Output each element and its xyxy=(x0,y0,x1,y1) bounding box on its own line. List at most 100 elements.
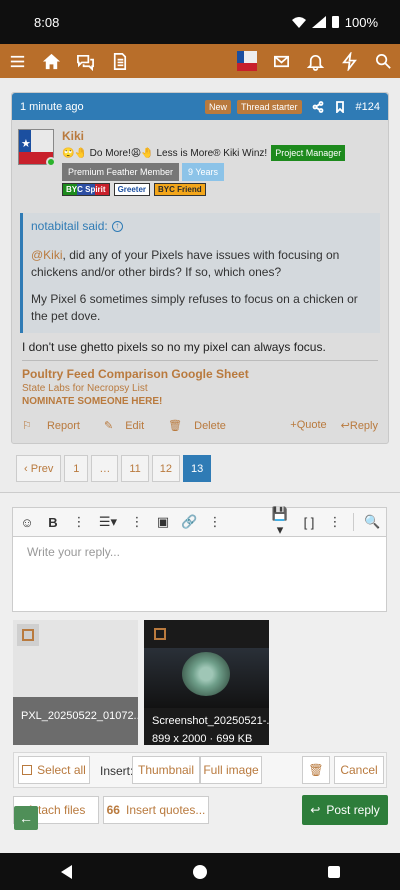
role-banner: Project Manager xyxy=(271,145,346,161)
post-actions: ⚐ Report ✎ Edit 🗑 Delete +Quote ↩Reply xyxy=(22,419,378,432)
quote-line-2: My Pixel 6 sometimes simply refuses to f… xyxy=(31,292,358,323)
attachment-item[interactable]: PXL_20250522_01072... xyxy=(13,620,138,745)
menu-icon[interactable] xyxy=(0,44,34,78)
byc-spirit-banner: BYC Spirit xyxy=(62,183,110,196)
articles-icon[interactable] xyxy=(102,44,136,78)
recents-icon[interactable] xyxy=(327,865,340,878)
forums-icon[interactable] xyxy=(68,44,102,78)
edit-icon: ✎ xyxy=(103,420,114,432)
signature-link-3[interactable]: NOMINATE SOMEONE HERE! xyxy=(22,396,249,407)
page-11[interactable]: 11 xyxy=(121,455,149,482)
inbox-icon[interactable] xyxy=(264,44,298,78)
whats-new-icon[interactable] xyxy=(332,44,366,78)
reply-editor[interactable]: Write your reply... xyxy=(12,537,387,612)
battery-level: 100% xyxy=(344,14,378,30)
bookmark-icon[interactable] xyxy=(334,100,346,113)
page-1[interactable]: 1 xyxy=(64,455,89,482)
username[interactable]: Kiki xyxy=(62,129,84,143)
home-button-icon[interactable] xyxy=(192,864,207,879)
attachment-checkbox-wrap xyxy=(17,624,39,646)
drafts-icon[interactable]: 💾▾ xyxy=(269,506,291,538)
editor-placeholder: Write your reply... xyxy=(27,545,120,559)
signature-divider xyxy=(22,360,378,361)
system-nav-bar xyxy=(0,853,400,890)
delete-button[interactable]: 🗑 Delete xyxy=(168,419,238,432)
post-number[interactable]: #124 xyxy=(356,101,380,113)
attachment-thumbnail xyxy=(144,648,269,708)
expand-quote-icon[interactable]: ↑ xyxy=(111,220,123,232)
signature: Poultry Feed Comparison Google Sheet Sta… xyxy=(22,367,249,407)
edit-button[interactable]: ✎ Edit xyxy=(104,419,156,432)
reply-button[interactable]: ↩Reply xyxy=(341,419,378,432)
insert-thumbnail-button[interactable]: Thumbnail xyxy=(132,756,200,784)
battery-icon xyxy=(331,16,339,28)
insert-full-image-button[interactable]: Full image xyxy=(200,756,262,784)
post-reply-button[interactable]: ↩ Post reply xyxy=(302,795,388,825)
post-time[interactable]: 1 minute ago xyxy=(20,101,199,113)
back-icon[interactable] xyxy=(60,864,72,879)
cell-signal-icon xyxy=(311,16,326,28)
trash-icon: 🗑 xyxy=(308,763,324,777)
bell-icon[interactable] xyxy=(298,44,332,78)
link-icon[interactable]: 🔗 xyxy=(181,514,197,530)
user-avatar-icon[interactable] xyxy=(230,44,264,78)
signature-link-1[interactable]: Poultry Feed Comparison Google Sheet xyxy=(22,367,249,381)
preview-icon[interactable]: 🔍 xyxy=(364,514,380,530)
user-banners: Premium Feather Member 9 Years xyxy=(62,163,225,181)
quote-author[interactable]: notabitail said: xyxy=(31,219,108,233)
more-paragraph-options-icon[interactable]: ⋮ xyxy=(129,514,145,530)
quote-header[interactable]: notabitail said: ↑ xyxy=(31,219,372,233)
premium-banner: Premium Feather Member xyxy=(62,163,180,181)
quote-line-1: @Kiki, did any of your Pixels have issue… xyxy=(31,248,340,279)
checkbox-icon xyxy=(22,765,33,775)
share-icon[interactable] xyxy=(312,100,324,113)
insert-quotes-button[interactable]: 66 Insert quotes... xyxy=(103,796,209,824)
trash-icon: 🗑 xyxy=(168,420,183,432)
attachment-filename: PXL_20250522_01072... xyxy=(13,697,138,745)
more-text-options-icon[interactable]: ⋮ xyxy=(71,514,87,530)
prev-page-button[interactable]: ‹ Prev xyxy=(16,455,62,482)
back-arrow-icon[interactable]: ← xyxy=(14,806,38,830)
top-nav xyxy=(0,44,400,78)
more-options-icon[interactable]: ⋮ xyxy=(327,514,343,530)
attachment-item[interactable]: Screenshot_20250521-... 899 x 2000 · 699… xyxy=(144,620,269,745)
years-banner: 9 Years xyxy=(182,163,225,181)
attachment-checkbox[interactable] xyxy=(154,628,166,640)
attachment-checkbox[interactable] xyxy=(22,629,34,641)
quote-icon: 66 xyxy=(106,803,120,817)
quote-button[interactable]: +Quote xyxy=(290,419,326,432)
page-12[interactable]: 12 xyxy=(151,455,181,482)
code-brackets-icon[interactable]: [ ] xyxy=(301,515,317,530)
mention-link[interactable]: @Kiki xyxy=(31,248,63,262)
status-bar: 8:08 100% xyxy=(0,0,400,44)
user-title-row: 🙄🤚 Do More!😩🤚 Less is More® Kiki Winz! P… xyxy=(62,145,346,161)
online-indicator xyxy=(46,157,56,167)
greeter-banner: Greeter xyxy=(113,183,151,196)
user-title: 🙄🤚 Do More!😩🤚 Less is More® Kiki Winz! xyxy=(62,147,268,159)
delete-attachments-button[interactable]: 🗑 xyxy=(302,756,330,784)
report-button[interactable]: ⚐ Report xyxy=(22,419,92,432)
page-ellipsis[interactable]: … xyxy=(91,455,119,482)
page-13-current[interactable]: 13 xyxy=(183,455,212,482)
user-info: ★ Kiki 🙄🤚 Do More!😩🤚 Less is More® Kiki … xyxy=(18,129,384,201)
attachment-meta: 899 x 2000 · 699 KB xyxy=(152,733,253,745)
emoji-icon[interactable]: ☺ xyxy=(19,515,35,530)
attachment-caption: Screenshot_20250521-... 899 x 2000 · 699… xyxy=(144,708,269,752)
list-icon[interactable]: ☰▾ xyxy=(97,514,119,530)
image-icon[interactable]: ▣ xyxy=(155,514,171,530)
insert-bar: Select all Insert: Thumbnail Full image … xyxy=(13,752,387,788)
post-card: 1 minute ago New Thread starter #124 ★ K… xyxy=(11,92,389,444)
more-insert-options-icon[interactable]: ⋮ xyxy=(207,514,223,530)
wifi-icon xyxy=(291,17,306,28)
home-icon[interactable] xyxy=(34,44,68,78)
search-icon[interactable] xyxy=(366,44,400,78)
signature-link-2[interactable]: State Labs for Necropsy List xyxy=(22,383,249,394)
cancel-button[interactable]: Cancel xyxy=(334,756,384,784)
report-icon: ⚐ xyxy=(22,420,32,432)
pagination: ‹ Prev 1 … 11 12 13 xyxy=(16,455,212,482)
attachment-filename: Screenshot_20250521-... xyxy=(152,715,269,727)
small-banners: BYC Spirit Greeter BYC Friend xyxy=(62,183,206,196)
select-all-button[interactable]: Select all xyxy=(18,756,90,784)
post-body: I don't use ghetto pixels so no my pixel… xyxy=(22,340,326,354)
bold-icon[interactable]: B xyxy=(45,515,61,530)
